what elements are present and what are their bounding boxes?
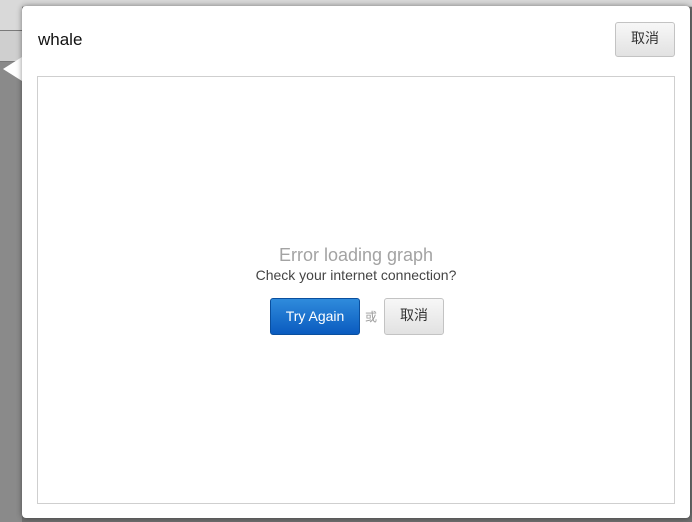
dialog-pointer-arrow <box>3 57 22 81</box>
header-cancel-button[interactable]: 取消 <box>615 22 675 57</box>
or-separator: 或 <box>365 310 378 324</box>
dialog-title: whale <box>38 30 83 49</box>
error-subtitle: Check your internet connection? <box>255 267 457 283</box>
graph-dialog: whale 取消 Error loading graph Check your … <box>22 6 690 518</box>
graph-container: Error loading graph Check your internet … <box>37 76 675 504</box>
cancel-button[interactable]: 取消 <box>384 298 444 335</box>
try-again-button[interactable]: Try Again <box>270 298 360 335</box>
error-title: Error loading graph <box>278 245 434 265</box>
background-cell <box>0 0 22 31</box>
